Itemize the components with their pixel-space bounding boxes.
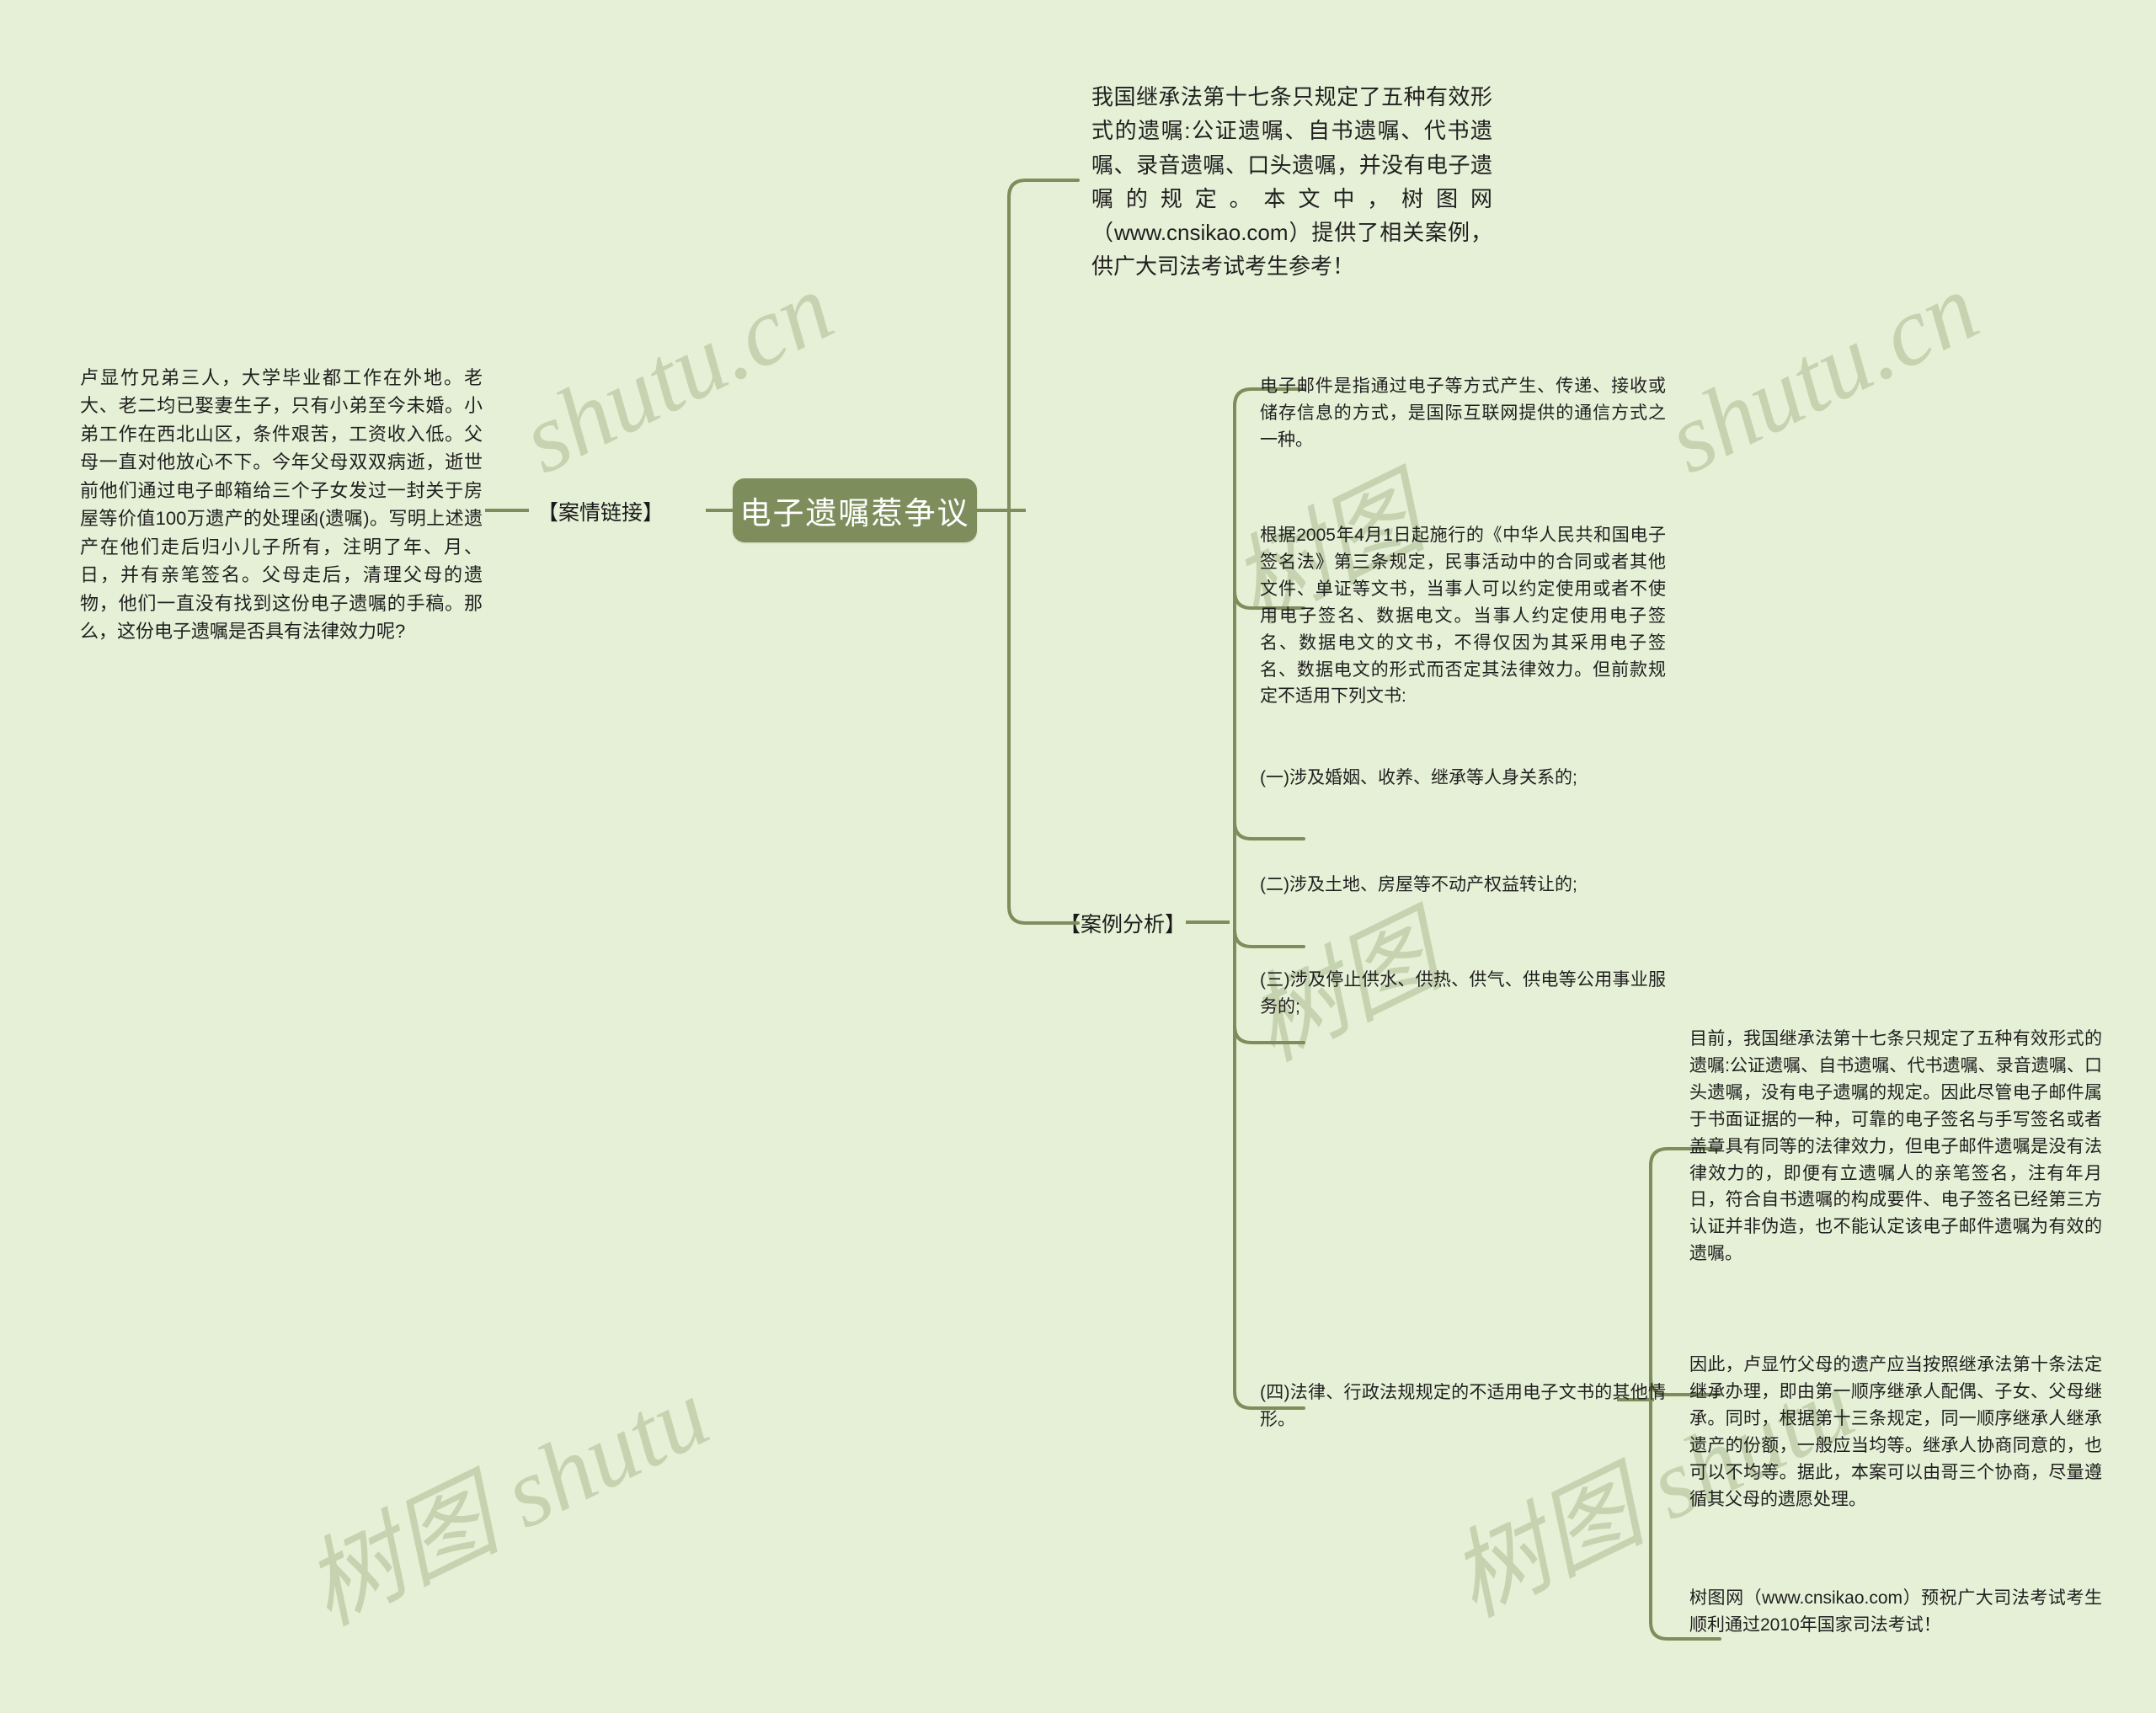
leaf-conclusion-inheritance[interactable]: 因此，卢显竹父母的遗产应当按照继承法第十条法定继承办理，即由第一顺序继承人配偶、…	[1689, 1352, 2102, 1513]
leaf-email-definition[interactable]: 电子邮件是指通过电子等方式产生、传递、接收或储存信息的方式，是国际互联网提供的通…	[1260, 373, 1666, 454]
leaf-case-link-body[interactable]: 卢显竹兄弟三人，大学毕业都工作在外地。老大、老二均已娶妻生子，只有小弟至今未婚。…	[80, 364, 483, 645]
leaf-exclusion-3[interactable]: (三)涉及停止供水、供热、供气、供电等公用事业服务的;	[1260, 967, 1666, 1021]
branch-label-case-link-text: 【案情链接】	[537, 501, 664, 525]
leaf-exclusion-2[interactable]: (二)涉及土地、房屋等不动产权益转让的;	[1260, 872, 1666, 899]
branch-label-case-link[interactable]: 【案情链接】	[537, 496, 664, 526]
leaf-conclusion-validity[interactable]: 目前，我国继承法第十七条只规定了五种有效形式的遗嘱:公证遗嘱、自书遗嘱、代书遗嘱…	[1689, 1026, 2102, 1267]
leaf-exclusion-1[interactable]: (一)涉及婚姻、收养、继承等人身关系的;	[1260, 765, 1666, 792]
leaf-e-signature-law[interactable]: 根据2005年4月1日起施行的《中华人民共和国电子签名法》第三条规定，民事活动中…	[1260, 522, 1666, 710]
connector-root-to-case-link	[706, 509, 733, 512]
leaf-exclusion-4[interactable]: (四)法律、行政法规规定的不适用电子文书的其他情形。	[1260, 1379, 1666, 1433]
mindmap-canvas: 电子遗嘱惹争议 【案情链接】 卢显竹兄弟三人，大学毕业都工作在外地。老大、老二均…	[0, 0, 2156, 1713]
leaf-closing-wishes[interactable]: 树图网（www.cnsikao.com）预祝广大司法考试考生顺利通过2010年国…	[1689, 1585, 2102, 1639]
root-node[interactable]: 电子遗嘱惹争议	[733, 478, 977, 542]
bracket-root-right	[994, 177, 1086, 926]
root-node-label: 电子遗嘱惹争议	[739, 496, 970, 531]
connector-case-link-to-body	[485, 509, 529, 512]
leaf-intro-body[interactable]: 我国继承法第十七条只规定了五种有效形式的遗嘱:公证遗嘱、自书遗嘱、代书遗嘱、录音…	[1091, 80, 1492, 284]
